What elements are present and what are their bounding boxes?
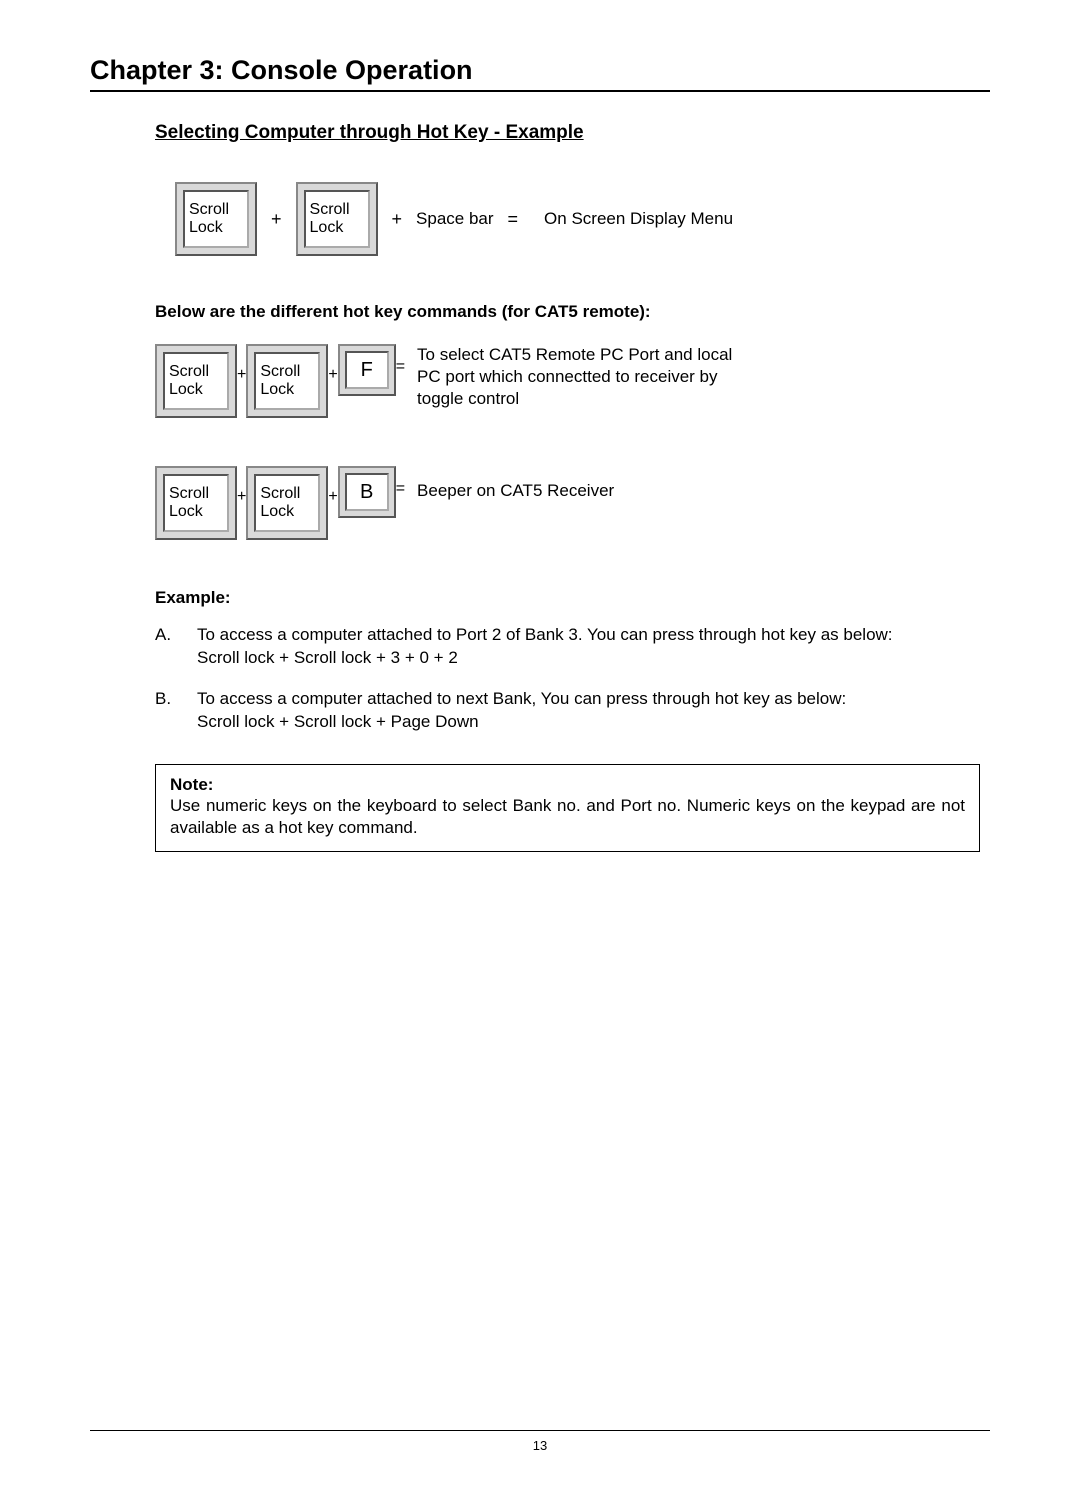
key-scroll-lock: Scroll Lock [246,466,328,540]
example-item-a: A. To access a computer attached to Port… [155,624,980,670]
key-scroll-lock: Scroll Lock [296,182,378,256]
key-scroll-lock: Scroll Lock [155,466,237,540]
chapter-title: Chapter 3: Console Operation [90,55,990,86]
equals-symbol: = [396,344,405,376]
example-body: To access a computer attached to next Ba… [197,688,980,734]
key-b: B [338,466,396,518]
example-letter: B. [155,688,197,734]
key-scroll-lock: Scroll Lock [246,344,328,418]
key-scroll-lock: Scroll Lock [155,344,237,418]
plus-symbol: + [328,344,337,384]
equals-symbol: = [396,466,405,498]
page-number: 13 [0,1438,1080,1453]
hotkey-sequence-b: Scroll Lock + Scroll Lock + B = Beeper o… [155,466,980,540]
footer-rule [90,1430,990,1431]
note-label: Note: [170,775,965,795]
plus-symbol: + [237,344,246,384]
example-body: To access a computer attached to Port 2 … [197,624,980,670]
key-scroll-lock: Scroll Lock [175,182,257,256]
key-f: F [338,344,396,396]
subheading-cat5: Below are the different hot key commands… [155,302,980,322]
plus-symbol: + [378,209,417,230]
hotkey-sequence-osd: Scroll Lock + Scroll Lock + Space bar = … [175,182,980,256]
hotkey-sequence-f: Scroll Lock + Scroll Lock + F = To selec… [155,344,980,418]
content-area: Selecting Computer through Hot Key - Exa… [155,122,980,852]
result-text: Beeper on CAT5 Receiver [417,466,614,502]
example-list: A. To access a computer attached to Port… [155,624,980,734]
title-rule [90,90,990,92]
result-text: On Screen Display Menu [544,208,733,230]
example-letter: A. [155,624,197,670]
example-item-b: B. To access a computer attached to next… [155,688,980,734]
note-box: Note: Use numeric keys on the keyboard t… [155,764,980,852]
example-line: Scroll lock + Scroll lock + Page Down [197,712,479,731]
plus-symbol: + [328,466,337,506]
plus-symbol: + [257,209,296,230]
result-text: To select CAT5 Remote PC Port and local … [417,344,737,410]
example-line: To access a computer attached to Port 2 … [197,625,893,644]
plus-symbol: + [237,466,246,506]
example-heading: Example: [155,588,980,608]
document-page: Chapter 3: Console Operation Selecting C… [0,0,1080,1501]
key-space-bar-text: Space bar [416,209,494,229]
example-line: Scroll lock + Scroll lock + 3 + 0 + 2 [197,648,458,667]
note-body: Use numeric keys on the keyboard to sele… [170,795,965,839]
example-line: To access a computer attached to next Ba… [197,689,846,708]
equals-symbol: = [494,209,533,230]
section-title: Selecting Computer through Hot Key - Exa… [155,122,980,144]
